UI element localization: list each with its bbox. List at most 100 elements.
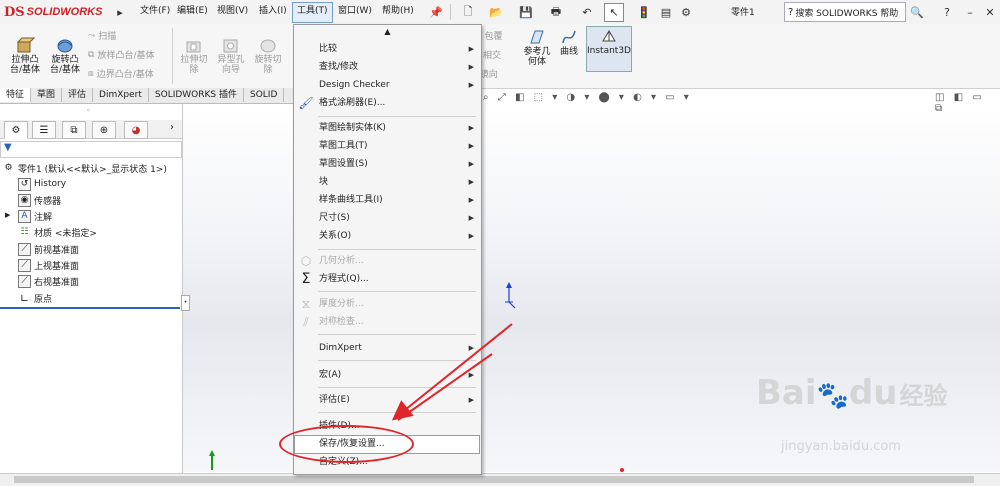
extrude-cut-button[interactable]: 拉伸切 除 [176,36,212,75]
menu-edit[interactable]: 编辑(E) [173,2,212,21]
hole-wizard-button[interactable]: 异型孔 向导 [213,36,249,75]
menu-item-blocks[interactable]: 块 ▶ [294,173,481,191]
menu-insert[interactable]: 插入(I) [255,2,291,21]
horizontal-scrollbar[interactable] [0,473,1000,486]
rebuild-traffic-light-icon[interactable]: 🚦 [634,3,654,22]
menu-item-compare[interactable]: 比较 ▶ [294,40,481,58]
boundary-boss-button[interactable]: ⧈ 边界凸台/基体 [88,65,154,82]
reference-geometry-button[interactable]: 参考几 何体 [520,28,554,67]
rollback-bar[interactable] [0,307,180,309]
extrude-boss-button[interactable]: 拉伸凸 台/基体 [6,36,44,75]
curves-icon [559,28,579,46]
heads-up-view-toolbar[interactable]: ⌕ ⤢ ◧ ⬚ ▾ ◑ ▾ ⬤ ▾ ◐ ▾ ▭ ▾ [483,92,692,103]
menu-item-format-painter[interactable]: 🖌 格式涂刷器(E)... [294,94,481,112]
tree-root-label: 零件1 (默认<<默认>_显示状态 1>) [18,164,167,175]
help-dropdown-icon[interactable]: ? [937,3,957,22]
search-icon[interactable]: 🔍 [907,3,927,22]
menu-item-sketch-tools[interactable]: 草图工具(T) ▶ [294,137,481,155]
pin-icon[interactable]: 📌 [426,3,446,22]
tab-solidworks-addins[interactable]: SOLIDWORKS 插件 [149,88,244,102]
tree-item-history[interactable]: ↺ History [18,176,66,192]
property-manager-tab-icon[interactable]: ☰ [32,121,56,139]
help-search-box[interactable]: ? 搜索 SOLIDWORKS 帮助 [784,2,906,22]
origin-triad [505,282,516,309]
menu-file[interactable]: 文件(F) [136,2,174,21]
menu-help[interactable]: 帮助(H) [378,2,418,21]
curves-button[interactable]: 曲线 [556,28,582,57]
new-document-icon[interactable]: 🗋 [458,3,478,22]
menu-item-dimensions[interactable]: 尺寸(S) ▶ [294,209,481,227]
tree-item-sensors[interactable]: ◉ 传感器 [18,192,61,208]
sweep-button[interactable]: ⤳ 扫描 [88,27,116,44]
menu-tools[interactable]: 工具(T) [292,2,333,23]
pin-arrow-icon[interactable]: ▸ [110,3,130,22]
tree-item-top-plane[interactable]: ⟋ 上视基准面 [18,257,79,273]
tree-filter-box[interactable]: ▼ [0,141,182,158]
toolbar-separator [450,4,451,20]
menu-item-equations[interactable]: Σ 方程式(Q)... [294,270,481,288]
undo-icon[interactable]: ↶ [577,3,597,22]
menu-item-macro[interactable]: 宏(A) ▶ [294,366,481,384]
tab-dimxpert[interactable]: DimXpert [93,88,149,102]
expand-annotations-arrow-icon[interactable]: ▶ [5,211,10,219]
intersect-label: 相交 [483,51,502,61]
menu-window[interactable]: 窗口(W) [334,2,376,21]
tree-item-origin[interactable]: ∟ 原点 [18,290,52,306]
tree-item-annotations[interactable]: A 注解 [18,208,52,224]
annotation-highlight-ellipse [279,425,414,463]
tree-item-right-plane[interactable]: ⟋ 右视基准面 [18,273,79,289]
annotation-icon: A [18,209,31,223]
options-gear-icon[interactable]: ⚙ [676,3,696,22]
history-icon: ↺ [18,177,31,191]
save-icon[interactable]: 💾 [516,3,536,22]
mirror-label: 镜向 [479,70,498,80]
sweep-label: 扫描 [98,32,117,42]
close-icon[interactable]: ✕ [980,3,1000,22]
open-folder-icon[interactable]: 📂 [486,3,506,22]
menu-item-spline-tools[interactable]: 样条曲线工具(I) ▶ [294,191,481,209]
feature-manager-tab-icon[interactable]: ⚙ [4,121,28,139]
instant3d-button[interactable]: Instant3D [586,26,632,72]
panel-grip[interactable]: ◦ [86,106,91,115]
menu-view[interactable]: 视图(V) [213,2,252,21]
minimize-icon[interactable]: – [960,3,980,22]
menu-item-find-modify[interactable]: 查找/修改 ▶ [294,58,481,76]
menu-item-geometry-analysis[interactable]: ⬡ 几何分析... [294,252,481,270]
menu-item-design-checker[interactable]: Design Checker ▶ [294,76,481,94]
filter-funnel-icon[interactable]: ▼ [4,142,12,153]
revolve-cut-button[interactable]: 旋转切 除 [250,36,286,75]
tab-solid[interactable]: SOLID [244,88,285,102]
menu-item-symmetry-check[interactable]: ⫽ 对称检查... [294,313,481,331]
panel-splitter-handle[interactable]: • [181,295,190,311]
scroll-up-arrow-icon[interactable]: ▲ [294,25,481,39]
menu-item-relations[interactable]: 关系(O) ▶ [294,227,481,245]
curves-label: 曲线 [559,47,578,57]
menu-item-evaluate[interactable]: 评估(E) ▶ [294,391,481,409]
menu-separator [318,360,476,361]
menu-item-sketch-settings[interactable]: 草图设置(S) ▶ [294,155,481,173]
menu-item-sketch-entities[interactable]: 草图绘制实体(K) ▶ [294,119,481,137]
tab-evaluate[interactable]: 评估 [62,88,94,102]
revolve-boss-button[interactable]: 旋转凸 台/基体 [46,36,84,75]
dimxpert-manager-tab-icon[interactable]: ⊕ [92,121,116,139]
geometry-analysis-icon: ⬡ [300,254,312,268]
extrude-cut-icon [184,36,204,54]
solidworks-logo[interactable]: DS SOLIDWORKS [4,3,102,21]
panel-expand-arrow-icon[interactable]: › [170,122,174,133]
print-icon[interactable]: 🖶 [546,3,566,22]
display-manager-tab-icon[interactable]: ◕ [124,121,148,139]
tab-features[interactable]: 特征 [0,88,32,102]
menu-item-thickness-analysis[interactable]: ⧖ 厚度分析... [294,295,481,313]
file-properties-icon[interactable]: ▤ [656,3,676,22]
configuration-manager-tab-icon[interactable]: ⧉ [62,121,86,139]
help-search-input[interactable]: 搜索 SOLIDWORKS 帮助 [795,6,898,19]
tab-sketch[interactable]: 草图 [31,88,63,102]
select-pointer-icon[interactable]: ↖ [604,3,624,22]
scrollbar-thumb[interactable] [14,476,974,483]
tree-item-material[interactable]: ☷ 材质 <未指定> [18,224,97,240]
loft-button[interactable]: ⧉ 放样凸台/基体 [88,46,154,63]
menu-item-dimxpert[interactable]: DimXpert ▶ [294,339,481,357]
tree-root-part[interactable]: ⚙ 零件1 (默认<<默认>_显示状态 1>) [2,160,167,176]
tree-item-front-plane[interactable]: ⟋ 前视基准面 [18,241,79,257]
window-controls[interactable]: ◫ ◧ ▭ ⧉ [935,92,1000,114]
